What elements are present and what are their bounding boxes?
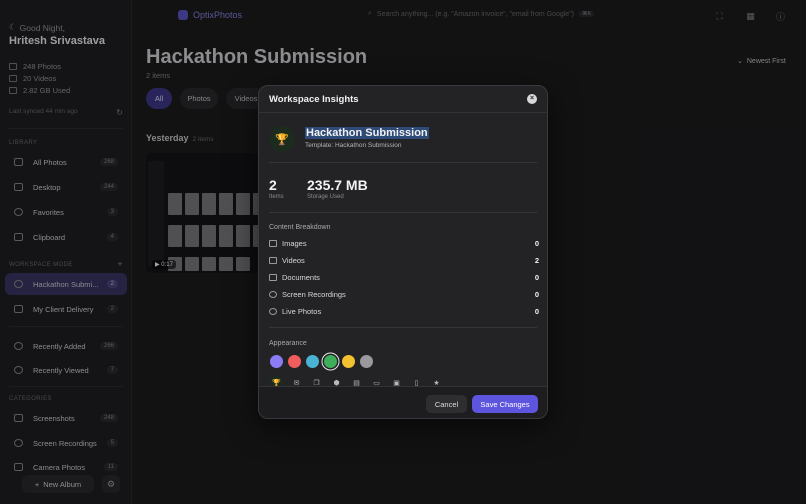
- breakdown-live-photos: Live Photos 0: [269, 304, 539, 318]
- save-changes-button[interactable]: Save Changes: [472, 395, 538, 413]
- breakdown-screen-recordings: Screen Recordings 0: [269, 287, 539, 301]
- modal-footer: Cancel Save Changes: [259, 386, 547, 418]
- workspace-insights-modal: Workspace Insights × 🏆 Hackathon Submiss…: [258, 85, 548, 419]
- divider: [269, 327, 537, 328]
- breakdown-images: Images 0: [269, 236, 539, 250]
- color-swatch[interactable]: [306, 355, 319, 368]
- workspace-trophy-icon: 🏆: [269, 126, 295, 152]
- color-swatch[interactable]: [360, 355, 373, 368]
- cancel-button[interactable]: Cancel: [426, 395, 467, 413]
- workspace-template: Template: Hackathon Submission: [305, 142, 402, 149]
- document-icon: [269, 273, 277, 281]
- record-icon: [269, 290, 277, 298]
- video-icon: [269, 256, 277, 264]
- color-swatch[interactable]: [324, 355, 337, 368]
- live-photo-icon: [269, 307, 277, 315]
- items-label: Items: [269, 194, 284, 200]
- modal-title: Workspace Insights: [269, 94, 359, 105]
- breakdown-videos: Videos 2: [269, 253, 539, 267]
- storage-label: Storage Used: [307, 194, 344, 200]
- modal-header: Workspace Insights ×: [259, 86, 547, 113]
- divider: [269, 162, 537, 163]
- color-swatch[interactable]: [270, 355, 283, 368]
- color-swatch[interactable]: [288, 355, 301, 368]
- items-count: 2: [269, 177, 277, 193]
- close-icon[interactable]: ×: [527, 94, 537, 104]
- workspace-name[interactable]: Hackathon Submission: [305, 127, 429, 139]
- breakdown-documents: Documents 0: [269, 270, 539, 284]
- divider: [269, 212, 537, 213]
- color-swatch[interactable]: [342, 355, 355, 368]
- image-icon: [269, 239, 277, 247]
- appearance-label: Appearance: [269, 340, 307, 347]
- breakdown-label: Content Breakdown: [269, 224, 331, 231]
- storage-used: 235.7 MB: [307, 177, 368, 193]
